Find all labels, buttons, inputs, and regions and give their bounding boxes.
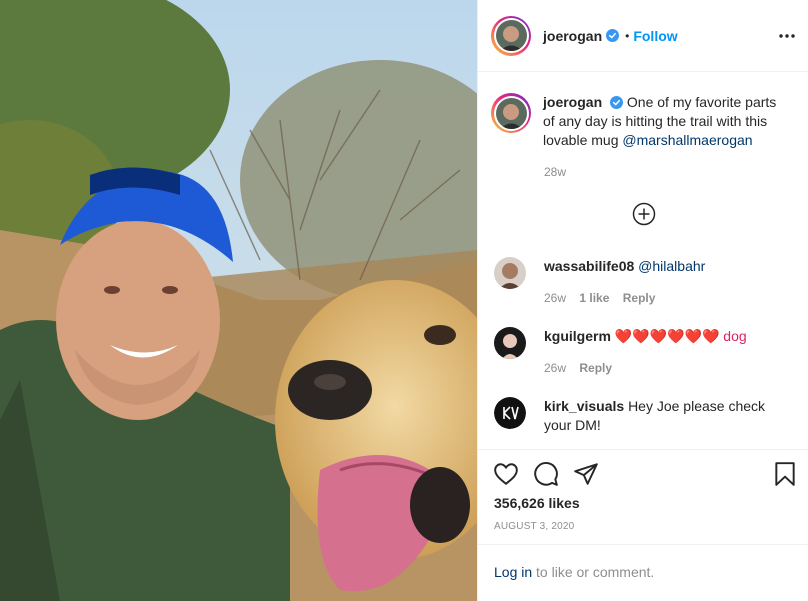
verified-badge-icon [610, 96, 624, 109]
comment-meta: 26w 1 like Reply [544, 291, 665, 305]
comment-text: ❤️❤️❤️❤️❤️❤️ dog [614, 328, 747, 344]
comment-body: wassabilife08 @hilalbahr [544, 257, 789, 289]
comment-item: kguilgerm ❤️❤️❤️❤️❤️❤️ dog [494, 327, 794, 359]
heart-icon[interactable] [493, 461, 519, 487]
comment-icon[interactable] [533, 461, 559, 487]
caption-username[interactable]: joerogan [543, 94, 602, 110]
commenter-avatar[interactable] [494, 327, 526, 359]
caption-timestamp[interactable]: 28w [544, 165, 566, 179]
comment-meta: 26w Reply [544, 361, 622, 375]
header-separator: • [625, 28, 630, 43]
comment-item: kirk_visuals Hey Joe please check your D… [494, 397, 794, 435]
add-comment-icon[interactable] [632, 202, 656, 226]
share-icon[interactable] [573, 461, 599, 487]
commenter-avatar[interactable] [494, 397, 526, 429]
post-actions: 356,626 likes AUGUST 3, 2020 [478, 449, 808, 544]
caption-text: joerogan One of my favorite parts of any… [543, 93, 783, 150]
comment-likes[interactable]: 1 like [579, 291, 609, 305]
post-date[interactable]: AUGUST 3, 2020 [494, 521, 574, 532]
post-header: joerogan • Follow [478, 0, 808, 72]
avatar-photo-icon [494, 397, 526, 429]
login-link[interactable]: Log in [494, 564, 532, 580]
avatar-photo-icon [494, 257, 526, 289]
likes-count[interactable]: 356,626 likes [494, 495, 580, 511]
comment-body: kguilgerm ❤️❤️❤️❤️❤️❤️ dog [544, 327, 789, 359]
commenter-username[interactable]: kguilgerm [544, 328, 611, 344]
post-details-panel: joerogan • Follow joerogan One of my fav… [477, 0, 808, 601]
caption-mention-link[interactable]: @marshallmaerogan [622, 132, 752, 148]
comment-body: kirk_visuals Hey Joe please check your D… [544, 397, 789, 435]
reply-button[interactable]: Reply [579, 361, 612, 375]
post-photo [0, 0, 477, 601]
avatar-photo-icon [495, 97, 527, 129]
caption-author-avatar[interactable] [491, 93, 531, 133]
comment-time[interactable]: 26w [544, 291, 566, 305]
comments-section: joerogan One of my favorite parts of any… [478, 73, 808, 449]
bookmark-icon[interactable] [772, 461, 798, 487]
commenter-username[interactable]: kirk_visuals [544, 398, 624, 414]
comment-time[interactable]: 26w [544, 361, 566, 375]
login-prompt: Log in to like or comment. [478, 544, 808, 601]
photo-illustration [0, 0, 477, 601]
login-prompt-text: to like or comment. [532, 564, 655, 580]
comment-item: wassabilife08 @hilalbahr [494, 257, 794, 289]
follow-button[interactable]: Follow [633, 28, 677, 44]
reply-button[interactable]: Reply [623, 291, 656, 305]
avatar-photo-icon [495, 20, 527, 51]
more-options-icon[interactable] [777, 26, 797, 46]
commenter-username[interactable]: wassabilife08 [544, 258, 634, 274]
avatar-photo-icon [494, 327, 526, 359]
comment-text[interactable]: @hilalbahr [638, 258, 705, 274]
author-avatar[interactable] [491, 15, 531, 56]
author-username[interactable]: joerogan [543, 28, 602, 44]
verified-badge-icon [606, 29, 620, 42]
caption: joerogan One of my favorite parts of any… [491, 93, 791, 150]
commenter-avatar[interactable] [494, 257, 526, 289]
